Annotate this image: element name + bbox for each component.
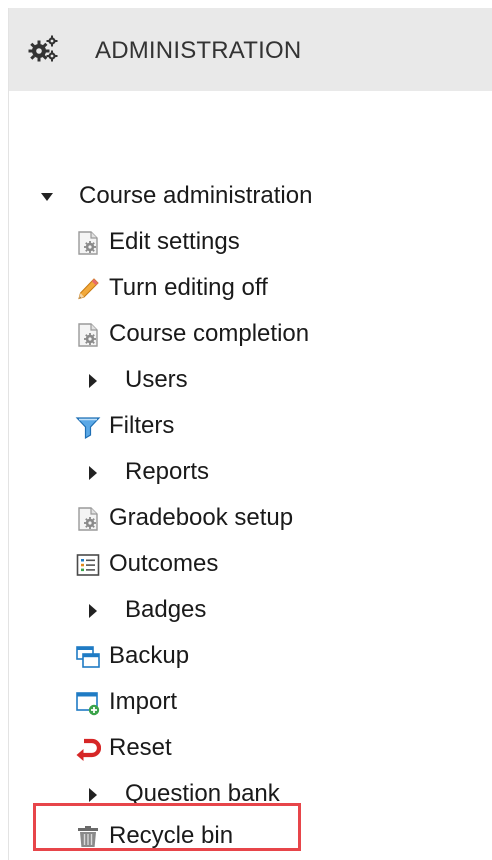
tree-item-label: Turn editing off — [109, 274, 268, 301]
reset-icon — [76, 738, 101, 761]
tree-item-label: Gradebook setup — [109, 504, 294, 531]
tree-node-label: Course administration — [79, 182, 313, 209]
administration-block: ADMINISTRATION Course administration Edi… — [8, 8, 492, 860]
caret-right-icon — [89, 466, 97, 480]
pencil-icon — [78, 278, 99, 300]
caret-right-icon — [89, 374, 97, 388]
tree-item-label: Filters — [109, 412, 175, 439]
tree-item-label: Outcomes — [109, 550, 219, 577]
import-icon — [76, 692, 100, 716]
settings-page-icon — [78, 231, 98, 255]
highlight-box — [33, 803, 301, 851]
outcomes-icon — [76, 554, 100, 576]
tree-item-label: Course completion — [109, 320, 310, 347]
filter-icon — [75, 417, 101, 440]
tree-item-label: Reset — [109, 734, 172, 761]
caret-right-icon — [89, 788, 97, 802]
administration-tree: Course administration Edit settings Turn… — [9, 8, 492, 860]
tree-item-label: Users — [125, 366, 188, 393]
tree-item-label: Badges — [125, 596, 207, 623]
tree-item-label: Reports — [125, 458, 210, 485]
caret-down-icon — [41, 193, 53, 201]
caret-right-icon — [89, 604, 97, 618]
tree-item-label: Edit settings — [109, 228, 240, 255]
settings-page-icon — [78, 323, 98, 347]
tree-item-label: Import — [109, 688, 178, 715]
settings-page-icon — [78, 507, 98, 531]
backup-icon — [76, 646, 100, 668]
tree-item-label: Backup — [109, 642, 190, 669]
